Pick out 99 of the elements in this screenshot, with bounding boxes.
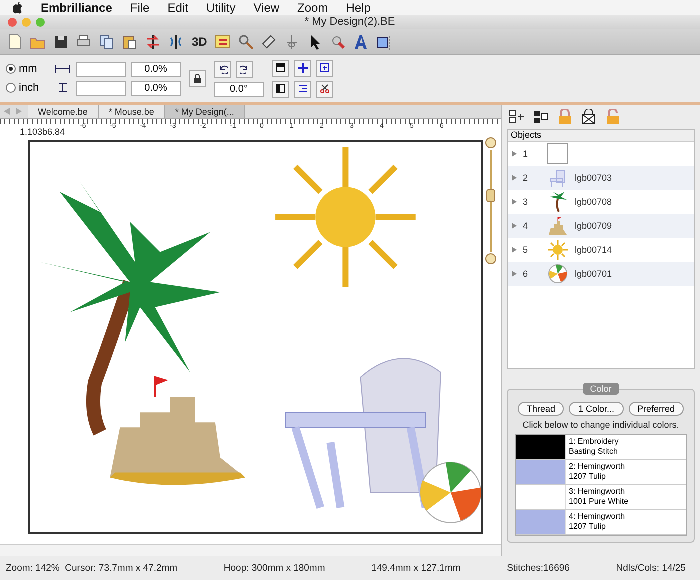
thread-swatch[interactable]	[516, 460, 566, 484]
row-number: 5	[523, 245, 530, 255]
align-top-icon	[276, 63, 286, 73]
status-text: Ndls/Cols: 14/25	[616, 562, 686, 574]
menu-item[interactable]: Help	[346, 0, 371, 14]
delete-icon[interactable]	[581, 109, 597, 125]
status-text: Zoom: 142% Cursor: 73.7mm x 47.2mm	[6, 562, 178, 574]
menu-item[interactable]: Utility	[206, 0, 236, 14]
status-text: Hoop: 300mm x 180mm	[224, 562, 326, 574]
window-title: * My Design(2).BE	[304, 16, 396, 28]
expand-triangle-icon[interactable]	[512, 223, 517, 229]
object-name: lgb00703	[575, 173, 612, 183]
list-header: Objects	[508, 130, 694, 142]
file-tab[interactable]: Welcome.be	[28, 105, 99, 118]
object-row[interactable]: 4 lgb00709	[508, 214, 694, 238]
object-row[interactable]: 6 lgb00701	[508, 262, 694, 286]
lock-icon[interactable]	[557, 109, 573, 125]
object-row[interactable]: 2 lgb00703	[508, 166, 694, 190]
thread-name[interactable]: 4: Hemingworth 1207 Tulip	[566, 510, 628, 534]
align-top-button[interactable]	[272, 60, 289, 76]
color-option-button[interactable]: Preferred	[628, 402, 684, 416]
expand-triangle-icon[interactable]	[512, 247, 517, 253]
expand-all-icon[interactable]	[509, 109, 525, 125]
align-left-icon	[276, 84, 286, 94]
copy-icon[interactable]	[98, 32, 116, 50]
mirror-horizontal-icon[interactable]	[144, 32, 162, 50]
lock-button[interactable]	[189, 70, 206, 87]
thread-name[interactable]: 1: Embroidery Basting Stitch	[566, 435, 622, 459]
collapse-all-icon[interactable]	[533, 109, 549, 125]
thread-swatch[interactable]	[516, 510, 566, 534]
rotate-left-button[interactable]	[214, 60, 231, 78]
menu-item[interactable]: View	[254, 0, 280, 14]
menu-item[interactable]: Zoom	[298, 0, 328, 14]
percent-field[interactable]: 0.0%	[131, 80, 181, 96]
unit-radio[interactable]: mm	[6, 63, 50, 75]
row-number: 2	[523, 173, 530, 183]
ruler-icon[interactable]	[260, 32, 278, 50]
hint-text: Click below to change individual colors.	[522, 420, 680, 430]
status-text: Stitches:16696	[507, 562, 570, 574]
list-icon	[298, 84, 308, 94]
app-menu[interactable]: Embrilliance	[41, 0, 112, 14]
unlock-icon[interactable]	[605, 109, 621, 125]
apple-logo-icon	[12, 2, 23, 14]
stitch-list-icon[interactable]	[214, 32, 232, 50]
status-text: 149.4mm x 127.1mm	[372, 562, 461, 574]
fit-icon	[320, 63, 330, 73]
rotate-right-icon	[240, 64, 250, 74]
object-name: lgb00708	[575, 197, 612, 207]
menu-item[interactable]: Edit	[168, 0, 188, 14]
rotate-left-icon	[218, 64, 228, 74]
expand-triangle-icon[interactable]	[512, 175, 517, 181]
fit-button[interactable]	[316, 60, 333, 76]
row-number: 1	[523, 149, 530, 159]
sandcastle-icon	[549, 216, 567, 235]
object-name: lgb00701	[575, 269, 612, 279]
percent-field[interactable]: 0.0%	[131, 62, 181, 76]
cut-button[interactable]	[316, 80, 333, 98]
expand-triangle-icon[interactable]	[512, 151, 517, 157]
search-icon[interactable]	[237, 32, 256, 50]
menu-item[interactable]: File	[130, 0, 150, 14]
size-field[interactable]	[76, 80, 126, 96]
sun-icon	[547, 239, 569, 261]
zoom-in-icon[interactable]	[486, 137, 496, 148]
unit-radio[interactable]: inch	[6, 82, 50, 94]
lock-icon	[193, 74, 202, 83]
file-tab[interactable]: * Mouse.be	[98, 105, 166, 118]
zoom-slider[interactable]	[486, 150, 496, 252]
3d-view-button[interactable]: 3D	[190, 34, 210, 48]
slider-thumb[interactable]	[486, 189, 496, 202]
expand-triangle-icon[interactable]	[512, 199, 517, 205]
file-tab[interactable]: * My Design(...	[165, 105, 246, 118]
cursor-position: 1.103b6.84	[20, 127, 66, 138]
object-name: lgb00709	[575, 221, 612, 231]
chair-icon	[550, 170, 566, 188]
center-button[interactable]	[294, 60, 311, 76]
align-left-button[interactable]	[272, 80, 289, 98]
row-number: 3	[523, 197, 530, 207]
horizontal-scrollbar[interactable]	[0, 544, 501, 556]
zoom-out-icon[interactable]	[486, 253, 496, 264]
color-option-button[interactable]: Thread	[518, 402, 564, 416]
center-arrows-icon	[298, 63, 308, 73]
scissors-icon	[320, 84, 330, 94]
thread-name[interactable]: 3: Hemingworth 1001 Pure White	[566, 485, 632, 509]
object-name: lgb00714	[575, 245, 612, 255]
rotation-field[interactable]: 0.0°	[214, 82, 264, 96]
rotate-right-button[interactable]	[236, 60, 253, 78]
close-button[interactable]	[8, 18, 17, 27]
color-option-button[interactable]: 1 Color...	[569, 402, 624, 416]
width-icon	[55, 64, 71, 74]
palm-tree-icon	[550, 192, 567, 212]
expand-triangle-icon[interactable]	[512, 271, 517, 277]
thread-swatch[interactable]	[516, 435, 566, 459]
thread-name[interactable]: 2: Hemingworth 1207 Tulip	[566, 460, 628, 484]
row-number: 6	[523, 269, 530, 279]
row-number: 4	[523, 221, 530, 231]
size-field[interactable]	[76, 62, 126, 76]
panel-title: Color	[583, 383, 619, 395]
beach-ball-icon	[548, 264, 568, 284]
list-button[interactable]	[294, 80, 311, 98]
